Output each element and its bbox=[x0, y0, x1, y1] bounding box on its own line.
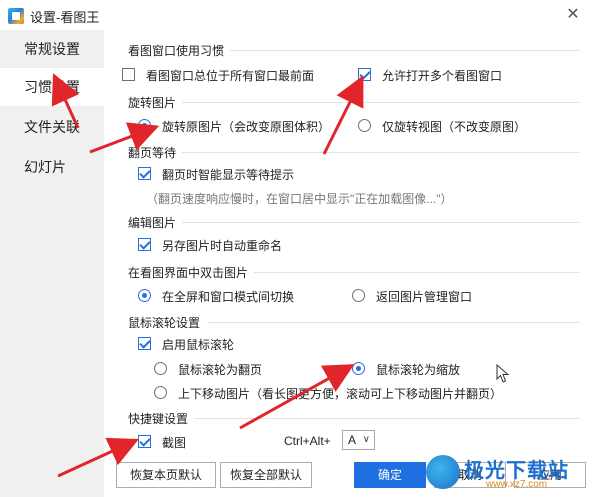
section-title-window-habit: 看图窗口使用习惯 bbox=[128, 44, 225, 58]
wheel-page-radio[interactable] bbox=[154, 362, 167, 375]
hotkey-key-select[interactable]: A ∨ bbox=[342, 430, 375, 450]
rotate-original-radio[interactable] bbox=[138, 119, 151, 132]
wheel-zoom-radio[interactable] bbox=[352, 362, 365, 375]
screenshot-hotkey-checkbox[interactable] bbox=[138, 435, 151, 448]
page-wait-hint: （翻页速度响应慢时，在窗口居中显示"正在加载图像..."） bbox=[146, 192, 453, 206]
rotate-original-label: 旋转原图片（会改变原图体积） bbox=[162, 120, 331, 134]
smart-wait-checkbox[interactable] bbox=[138, 167, 151, 180]
auto-rename-label: 另存图片时自动重命名 bbox=[162, 239, 283, 253]
hotkey-combo-label: Ctrl+Alt+ bbox=[284, 434, 331, 448]
section-title-double-click: 在看图界面中双击图片 bbox=[128, 266, 249, 280]
screenshot-hotkey-label: 截图 bbox=[162, 436, 187, 450]
toggle-fullscreen-label: 在全屏和窗口模式间切换 bbox=[162, 290, 295, 304]
settings-content: 看图窗口使用习惯 看图窗口总位于所有窗口最前面 允许打开多个看图窗口 旋转图片 … bbox=[104, 30, 592, 497]
back-to-manager-radio[interactable] bbox=[352, 289, 365, 302]
section-title-hotkey: 快捷键设置 bbox=[128, 412, 189, 426]
sidebar-item-file-association[interactable]: 文件关联 bbox=[0, 108, 104, 146]
restore-all-default-button[interactable]: 恢复全部默认 bbox=[220, 462, 312, 488]
ok-button[interactable]: 确定 bbox=[354, 462, 426, 488]
section-title-edit: 编辑图片 bbox=[128, 216, 177, 230]
rotate-view-label: 仅旋转视图（不改变原图） bbox=[382, 120, 527, 134]
wheel-page-label: 鼠标滚轮为翻页 bbox=[178, 363, 263, 377]
back-to-manager-label: 返回图片管理窗口 bbox=[376, 290, 473, 304]
smart-wait-label: 翻页时智能显示等待提示 bbox=[162, 168, 295, 182]
section-divider bbox=[194, 418, 580, 419]
chevron-down-icon: ∨ bbox=[362, 434, 370, 445]
wheel-zoom-label: 鼠标滚轮为缩放 bbox=[376, 363, 461, 377]
section-title-page-wait: 翻页等待 bbox=[128, 146, 177, 160]
close-button[interactable]: ✕ bbox=[560, 3, 586, 27]
section-divider bbox=[182, 152, 580, 153]
always-on-top-checkbox[interactable] bbox=[122, 68, 135, 81]
app-logo-icon bbox=[8, 8, 24, 24]
window-title: 设置-看图王 bbox=[30, 10, 100, 25]
toggle-fullscreen-radio[interactable] bbox=[138, 289, 151, 302]
always-on-top-label: 看图窗口总位于所有窗口最前面 bbox=[146, 69, 315, 83]
multi-window-checkbox[interactable] bbox=[358, 68, 371, 81]
scroll-move-label: 上下移动图片（看长图更方便，滚动可上下移动图片并翻页） bbox=[178, 387, 503, 401]
section-divider bbox=[182, 102, 580, 103]
section-title-wheel: 鼠标滚轮设置 bbox=[128, 316, 201, 330]
sidebar-item-habits[interactable]: 习惯设置 bbox=[0, 68, 104, 106]
watermark-logo-icon bbox=[426, 455, 460, 489]
enable-wheel-checkbox[interactable] bbox=[138, 337, 151, 350]
section-divider bbox=[208, 322, 580, 323]
section-divider bbox=[230, 50, 580, 51]
rotate-view-radio[interactable] bbox=[358, 119, 371, 132]
enable-wheel-label: 启用鼠标滚轮 bbox=[162, 338, 235, 352]
auto-rename-checkbox[interactable] bbox=[138, 238, 151, 251]
hotkey-key-value: A bbox=[348, 433, 357, 447]
section-title-rotate: 旋转图片 bbox=[128, 96, 177, 110]
settings-sidebar: 常规设置 习惯设置 文件关联 幻灯片 bbox=[0, 30, 104, 497]
multi-window-label: 允许打开多个看图窗口 bbox=[382, 69, 503, 83]
sidebar-item-slideshow[interactable]: 幻灯片 bbox=[0, 148, 104, 186]
section-divider bbox=[182, 222, 580, 223]
scroll-move-radio[interactable] bbox=[154, 386, 167, 399]
title-bar: 设置-看图王 ✕ bbox=[0, 0, 592, 30]
watermark-url: www.xz7.com bbox=[486, 479, 548, 490]
sidebar-item-general[interactable]: 常规设置 bbox=[0, 30, 104, 68]
watermark: 极光下载站 www.xz7.com bbox=[426, 453, 586, 493]
restore-page-default-button[interactable]: 恢复本页默认 bbox=[116, 462, 216, 488]
section-divider bbox=[254, 272, 580, 273]
